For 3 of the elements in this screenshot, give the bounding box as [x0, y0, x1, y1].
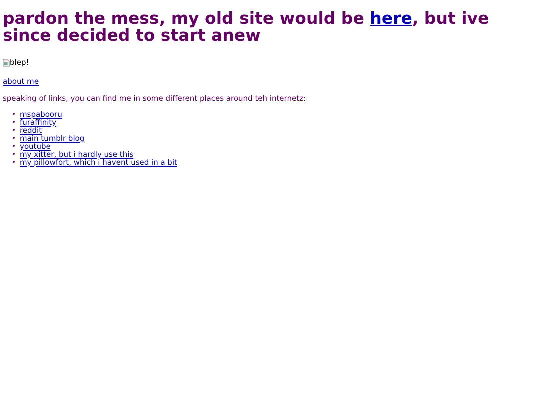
- broken-image-icon: [3, 58, 10, 66]
- page-heading: pardon the mess, my old site would be here, but ive since decided to start anew: [3, 10, 490, 44]
- heading-link[interactable]: here: [370, 9, 412, 28]
